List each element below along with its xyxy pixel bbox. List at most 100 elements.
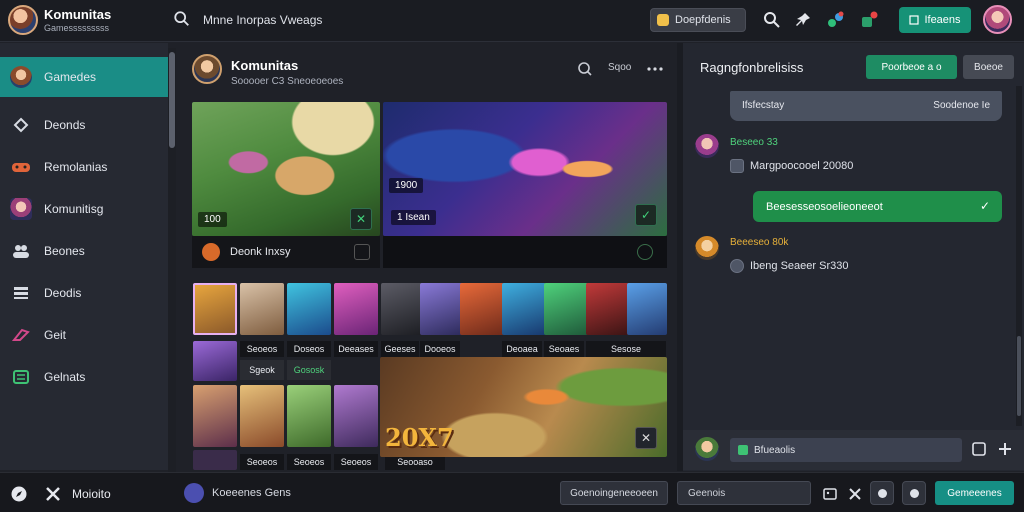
tile-label: Sgeok — [240, 360, 284, 380]
header-action-button[interactable]: Ifeaens — [899, 7, 971, 33]
expand-icon[interactable]: ✕ — [635, 427, 657, 449]
sidebar-item-gelnats[interactable]: Gelnats — [0, 357, 168, 397]
tools-icon[interactable] — [44, 485, 62, 503]
sidebar-item-komunitisg[interactable]: Komunitisg — [0, 189, 168, 229]
character-tile[interactable] — [586, 283, 630, 335]
chat-input-placeholder: Bfueaolis — [754, 444, 796, 456]
character-tile[interactable] — [287, 385, 331, 447]
app-logo-avatar[interactable] — [8, 5, 38, 35]
game-avatar-icon — [10, 66, 32, 88]
scrollbar-thumb[interactable] — [169, 52, 175, 148]
character-tile[interactable] — [193, 341, 237, 381]
app-title: Komunitas — [44, 7, 112, 22]
chat-message: Ibeng Seaeer Sr330 — [730, 259, 848, 273]
sidebar-item-label: Deonds — [44, 118, 86, 132]
character-tile[interactable] — [334, 385, 378, 447]
card-caption-avatar — [202, 243, 220, 261]
community-label: Koeeenes Gens — [212, 487, 291, 499]
main-subtitle: Sooooer C3 Sneoeoeoes — [231, 76, 344, 87]
footer-search-input[interactable]: Geenois — [677, 481, 811, 505]
character-tile[interactable] — [627, 283, 667, 335]
bottom-left-label[interactable]: Moioito — [72, 487, 111, 501]
chat-username[interactable]: Beeeseo 80k — [730, 237, 788, 248]
sidebar-item-label: Gamedes — [44, 70, 97, 84]
chat-username[interactable]: Beseeo 33 — [730, 137, 778, 148]
header-action-label: Ifeaens — [924, 14, 961, 26]
footer-secondary-button[interactable]: Goenoingeneeoeen — [560, 481, 668, 505]
search-query-text[interactable]: Mnne Inorpas Vweags — [203, 13, 322, 27]
character-tile[interactable] — [420, 283, 464, 335]
character-tile[interactable] — [193, 283, 237, 335]
chat-scrollbar[interactable] — [1016, 86, 1022, 426]
chat-pinned-message[interactable]: Ifsfecstay Soodenoe Ie — [730, 91, 1002, 121]
user-avatar[interactable] — [983, 5, 1012, 34]
sidebar-item-deonds[interactable]: Deonds — [0, 105, 168, 145]
sidebar-item-label: Gelnats — [44, 370, 86, 384]
footer-primary-button[interactable]: Gemeeenes — [935, 481, 1014, 505]
sidebar-item-geit[interactable]: Geit — [0, 315, 168, 355]
search-icon[interactable] — [173, 10, 191, 28]
chat-message-input[interactable]: Bfueaolis — [730, 438, 962, 462]
character-tile[interactable] — [381, 283, 425, 335]
pill-label: Doepfdenis — [675, 14, 731, 26]
character-tile[interactable] — [334, 283, 378, 335]
chat-message-text: Ibeng Seaeer Sr330 — [750, 260, 849, 272]
current-user-avatar[interactable] — [695, 437, 719, 461]
sidebar-item-gamedes[interactable]: Gamedes — [0, 57, 168, 97]
tile-label: Deoaea — [502, 341, 542, 357]
character-tile[interactable] — [240, 385, 284, 447]
tile-label: Dooeos — [420, 341, 460, 357]
card-menu-icon[interactable] — [354, 244, 370, 260]
sidebar-item-beones[interactable]: Beones — [0, 231, 168, 271]
community-switcher[interactable]: Koeeenes Gens — [184, 483, 291, 503]
search-icon[interactable] — [576, 60, 594, 78]
card1-caption-bar: Deonk Inxsy — [192, 236, 380, 268]
sidebar-item-remolanias[interactable]: Remolanias — [0, 147, 168, 187]
top-pill-button[interactable]: Doepfdenis — [650, 8, 746, 32]
record-button[interactable] — [870, 481, 894, 505]
sidebar-item-label: Deodis — [44, 286, 82, 300]
chat-user-avatar[interactable] — [695, 236, 719, 260]
pin-icon[interactable] — [793, 10, 813, 30]
more-options-icon[interactable] — [646, 60, 664, 78]
card-tag: 1900 — [389, 178, 424, 193]
alerts-icon[interactable] — [859, 10, 879, 30]
tile-label: Doseos — [287, 341, 331, 357]
featured-art-card-1[interactable]: 100 ✕ — [192, 102, 380, 236]
card-menu-icon[interactable] — [637, 244, 653, 260]
chat-primary-button[interactable]: Poorbeoe a o — [866, 55, 957, 79]
character-tile[interactable] — [502, 283, 546, 335]
tile-label: Gososk — [287, 360, 331, 380]
sidebar-scrollbar[interactable] — [168, 48, 176, 473]
read-receipt-icon: ✓ — [979, 199, 990, 213]
chat-own-message[interactable]: Beesesseosoelieoneeot ✓ — [753, 191, 1002, 222]
sidebar-item-label: Beones — [44, 244, 85, 258]
sidebar-item-deodis[interactable]: Deodis — [0, 273, 168, 313]
compass-icon[interactable] — [10, 485, 28, 503]
main-header-text[interactable]: Sqoo — [608, 62, 631, 73]
image-icon[interactable] — [822, 486, 838, 502]
image-icon — [909, 15, 920, 25]
settings-button[interactable] — [902, 481, 926, 505]
chat-user-avatar[interactable] — [695, 134, 719, 158]
expand-icon[interactable]: ✕ — [350, 208, 372, 230]
pill-badge-icon — [657, 14, 669, 26]
featured-art-card-2[interactable]: 1900 1 Isean ✓ — [383, 102, 667, 236]
add-icon[interactable] — [997, 441, 1013, 457]
scrollbar-thumb[interactable] — [1017, 336, 1021, 416]
emoji-icon[interactable] — [738, 445, 748, 455]
community-avatar[interactable] — [192, 54, 222, 84]
attach-icon[interactable] — [971, 441, 987, 457]
character-tile[interactable] — [193, 450, 237, 470]
chat-secondary-button[interactable]: Boeoe — [963, 55, 1014, 79]
check-icon[interactable]: ✓ — [635, 204, 657, 226]
close-icon[interactable] — [847, 486, 863, 502]
character-tile[interactable] — [287, 283, 331, 335]
notifications-icon[interactable] — [826, 10, 846, 30]
search-icon[interactable] — [762, 10, 782, 30]
character-tile[interactable] — [193, 385, 237, 447]
own-message-text: Beesesseosoelieoneeot — [766, 200, 883, 213]
character-tile[interactable] — [460, 283, 504, 335]
character-tile[interactable] — [544, 283, 588, 335]
character-tile[interactable] — [240, 283, 284, 335]
